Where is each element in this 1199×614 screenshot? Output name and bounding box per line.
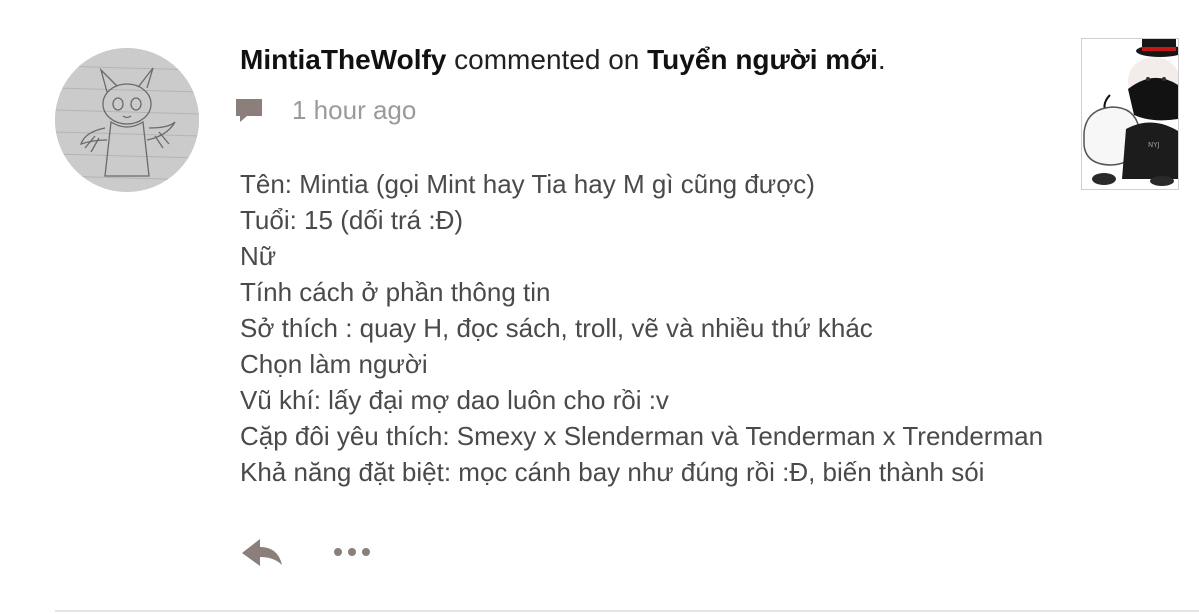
comment-line: Tính cách ở phần thông tin <box>240 277 551 307</box>
timestamp: 1 hour ago <box>292 94 417 125</box>
wolf-drawing-image <box>55 48 199 192</box>
comment-line: Tên: Mintia (gọi Mint hay Tia hay M gì c… <box>240 169 815 199</box>
notification-header: MintiaTheWolfy commented on Tuyển người … <box>240 40 886 80</box>
comment-notification[interactable]: MintiaTheWolfy commented on Tuyển người … <box>0 0 1199 614</box>
svg-text:NYJ: NYJ <box>1148 141 1160 149</box>
comment-line: Vũ khí: lấy đại mợ dao luôn cho rồi :v <box>240 385 669 415</box>
character-drawing-image: NYJ <box>1082 39 1178 189</box>
comment-line: Tuổi: 15 (dối trá :Đ) <box>240 205 464 235</box>
author-link[interactable]: MintiaTheWolfy <box>240 44 446 75</box>
post-thumbnail[interactable]: NYJ <box>1081 38 1179 190</box>
divider <box>55 610 1199 612</box>
more-dots-icon[interactable] <box>332 546 372 558</box>
comment-line: Chọn làm người <box>240 349 428 379</box>
chat-bubble-icon <box>236 99 262 122</box>
comment-body: Tên: Mintia (gọi Mint hay Tia hay M gì c… <box>240 166 1043 490</box>
action-text: commented on <box>454 44 640 75</box>
comment-meta: 1 hour ago <box>234 90 416 130</box>
comment-line: Cặp đôi yêu thích: Smexy x Slenderman và… <box>240 421 1044 451</box>
end-punctuation: . <box>877 44 886 75</box>
comment-line: Sở thích : quay H, đọc sách, troll, vẽ v… <box>240 313 873 343</box>
comment-line: Nữ <box>240 241 277 271</box>
comment-actions <box>240 530 372 574</box>
reply-arrow-icon[interactable] <box>240 535 284 569</box>
comment-line: Khả năng đặt biệt: mọc cánh bay như đúng… <box>240 457 985 487</box>
post-title-link[interactable]: Tuyển người mới <box>647 44 878 75</box>
user-avatar[interactable] <box>55 48 199 192</box>
